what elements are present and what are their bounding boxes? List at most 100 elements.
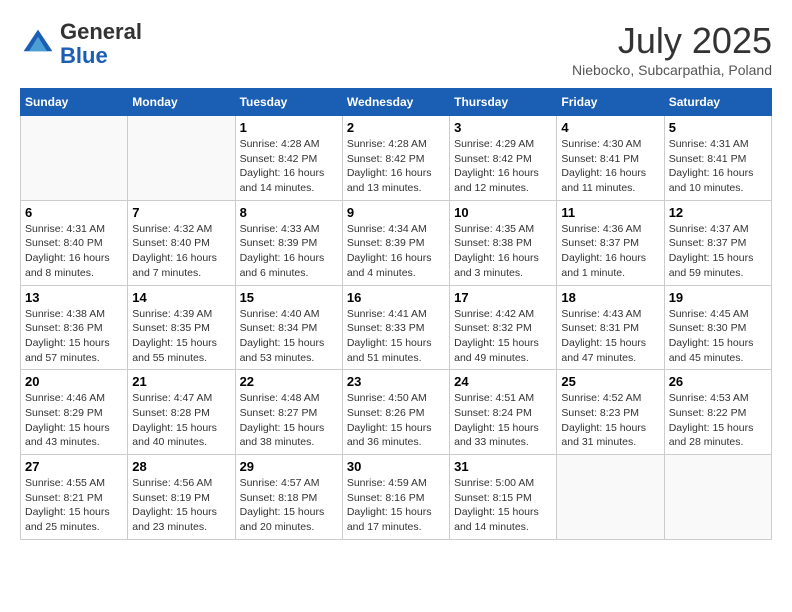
calendar-cell: 7 Sunrise: 4:32 AMSunset: 8:40 PMDaylight… [128, 200, 235, 285]
calendar-cell: 23Sunrise: 4:50 AMSunset: 8:26 PMDayligh… [342, 370, 449, 455]
day-number: 29 [240, 459, 338, 474]
day-number: 8 [240, 205, 338, 220]
day-number: 14 [132, 290, 230, 305]
calendar-cell: 14 Sunrise: 4:39 AMSunset: 8:35 PMDayligh… [128, 285, 235, 370]
logo-icon [20, 26, 56, 62]
calendar-cell: 29 Sunrise: 4:57 AMSunset: 8:18 PMDayligh… [235, 455, 342, 540]
day-number: 9 [347, 205, 445, 220]
day-info: Sunrise: 4:31 AMSunset: 8:40 PMDaylight:… [25, 222, 123, 281]
day-info: Sunrise: 4:59 AMSunset: 8:16 PMDaylight:… [347, 476, 445, 535]
logo: General Blue [20, 20, 142, 68]
calendar-cell: 20 Sunrise: 4:46 AMSunset: 8:29 PMDayligh… [21, 370, 128, 455]
calendar-cell: 22Sunrise: 4:48 AMSunset: 8:27 PMDayligh… [235, 370, 342, 455]
calendar-cell: 27Sunrise: 4:55 AMSunset: 8:21 PMDayligh… [21, 455, 128, 540]
calendar-cell: 12 Sunrise: 4:37 AMSunset: 8:37 PMDayligh… [664, 200, 771, 285]
day-info: Sunrise: 4:50 AMSunset: 8:26 PMDaylight:… [347, 391, 445, 450]
day-number: 3 [454, 120, 552, 135]
day-info: Sunrise: 4:47 AMSunset: 8:28 PMDaylight:… [132, 391, 230, 450]
calendar-cell: 2 Sunrise: 4:28 AMSunset: 8:42 PMDaylight… [342, 116, 449, 201]
day-info: Sunrise: 5:00 AMSunset: 8:15 PMDaylight:… [454, 476, 552, 535]
weekday-header: Friday [557, 89, 664, 116]
day-number: 11 [561, 205, 659, 220]
calendar-week-row: 27Sunrise: 4:55 AMSunset: 8:21 PMDayligh… [21, 455, 772, 540]
weekday-header: Wednesday [342, 89, 449, 116]
calendar-cell: 4 Sunrise: 4:30 AMSunset: 8:41 PMDaylight… [557, 116, 664, 201]
weekday-header: Sunday [21, 89, 128, 116]
calendar-cell [128, 116, 235, 201]
logo-general-text: General [60, 19, 142, 44]
calendar-week-row: 6 Sunrise: 4:31 AMSunset: 8:40 PMDaylight… [21, 200, 772, 285]
calendar-cell [664, 455, 771, 540]
day-info: Sunrise: 4:52 AMSunset: 8:23 PMDaylight:… [561, 391, 659, 450]
day-info: Sunrise: 4:38 AMSunset: 8:36 PMDaylight:… [25, 307, 123, 366]
day-number: 24 [454, 374, 552, 389]
calendar-cell: 3Sunrise: 4:29 AMSunset: 8:42 PMDaylight… [450, 116, 557, 201]
day-info: Sunrise: 4:51 AMSunset: 8:24 PMDaylight:… [454, 391, 552, 450]
day-number: 4 [561, 120, 659, 135]
day-info: Sunrise: 4:55 AMSunset: 8:21 PMDaylight:… [25, 476, 123, 535]
title-area: July 2025 Niebocko, Subcarpathia, Poland [572, 20, 772, 78]
logo-blue-text: Blue [60, 43, 108, 68]
calendar-cell [557, 455, 664, 540]
day-info: Sunrise: 4:31 AMSunset: 8:41 PMDaylight:… [669, 137, 767, 196]
day-number: 30 [347, 459, 445, 474]
day-number: 18 [561, 290, 659, 305]
day-info: Sunrise: 4:37 AMSunset: 8:37 PMDaylight:… [669, 222, 767, 281]
day-info: Sunrise: 4:53 AMSunset: 8:22 PMDaylight:… [669, 391, 767, 450]
calendar-week-row: 20 Sunrise: 4:46 AMSunset: 8:29 PMDayligh… [21, 370, 772, 455]
calendar-cell: 9Sunrise: 4:34 AMSunset: 8:39 PMDaylight… [342, 200, 449, 285]
calendar-cell: 5 Sunrise: 4:31 AMSunset: 8:41 PMDaylight… [664, 116, 771, 201]
day-info: Sunrise: 4:43 AMSunset: 8:31 PMDaylight:… [561, 307, 659, 366]
day-number: 17 [454, 290, 552, 305]
calendar-cell: 15 Sunrise: 4:40 AMSunset: 8:34 PMDayligh… [235, 285, 342, 370]
day-number: 5 [669, 120, 767, 135]
calendar-week-row: 13 Sunrise: 4:38 AMSunset: 8:36 PMDayligh… [21, 285, 772, 370]
calendar-cell: 28 Sunrise: 4:56 AMSunset: 8:19 PMDayligh… [128, 455, 235, 540]
calendar-cell: 1Sunrise: 4:28 AMSunset: 8:42 PMDaylight… [235, 116, 342, 201]
day-info: Sunrise: 4:56 AMSunset: 8:19 PMDaylight:… [132, 476, 230, 535]
calendar-cell: 31 Sunrise: 5:00 AMSunset: 8:15 PMDayligh… [450, 455, 557, 540]
day-number: 15 [240, 290, 338, 305]
day-number: 25 [561, 374, 659, 389]
day-info: Sunrise: 4:42 AMSunset: 8:32 PMDaylight:… [454, 307, 552, 366]
day-number: 2 [347, 120, 445, 135]
weekday-header: Tuesday [235, 89, 342, 116]
calendar-week-row: 1Sunrise: 4:28 AMSunset: 8:42 PMDaylight… [21, 116, 772, 201]
calendar-cell [21, 116, 128, 201]
day-info: Sunrise: 4:28 AMSunset: 8:42 PMDaylight:… [240, 137, 338, 196]
weekday-header: Saturday [664, 89, 771, 116]
month-title: July 2025 [572, 20, 772, 62]
day-number: 31 [454, 459, 552, 474]
calendar-cell: 30 Sunrise: 4:59 AMSunset: 8:16 PMDayligh… [342, 455, 449, 540]
calendar-cell: 8 Sunrise: 4:33 AMSunset: 8:39 PMDaylight… [235, 200, 342, 285]
location-text: Niebocko, Subcarpathia, Poland [572, 62, 772, 78]
day-number: 28 [132, 459, 230, 474]
day-info: Sunrise: 4:33 AMSunset: 8:39 PMDaylight:… [240, 222, 338, 281]
calendar-cell: 25 Sunrise: 4:52 AMSunset: 8:23 PMDayligh… [557, 370, 664, 455]
day-info: Sunrise: 4:48 AMSunset: 8:27 PMDaylight:… [240, 391, 338, 450]
calendar-cell: 26Sunrise: 4:53 AMSunset: 8:22 PMDayligh… [664, 370, 771, 455]
page-header: General Blue July 2025 Niebocko, Subcarp… [20, 20, 772, 78]
day-number: 10 [454, 205, 552, 220]
day-number: 20 [25, 374, 123, 389]
calendar-cell: 13 Sunrise: 4:38 AMSunset: 8:36 PMDayligh… [21, 285, 128, 370]
day-number: 7 [132, 205, 230, 220]
day-info: Sunrise: 4:30 AMSunset: 8:41 PMDaylight:… [561, 137, 659, 196]
calendar-cell: 10Sunrise: 4:35 AMSunset: 8:38 PMDayligh… [450, 200, 557, 285]
day-info: Sunrise: 4:40 AMSunset: 8:34 PMDaylight:… [240, 307, 338, 366]
day-number: 19 [669, 290, 767, 305]
day-info: Sunrise: 4:46 AMSunset: 8:29 PMDaylight:… [25, 391, 123, 450]
day-info: Sunrise: 4:28 AMSunset: 8:42 PMDaylight:… [347, 137, 445, 196]
day-info: Sunrise: 4:39 AMSunset: 8:35 PMDaylight:… [132, 307, 230, 366]
day-number: 13 [25, 290, 123, 305]
day-info: Sunrise: 4:36 AMSunset: 8:37 PMDaylight:… [561, 222, 659, 281]
day-info: Sunrise: 4:45 AMSunset: 8:30 PMDaylight:… [669, 307, 767, 366]
calendar-cell: 21Sunrise: 4:47 AMSunset: 8:28 PMDayligh… [128, 370, 235, 455]
day-number: 12 [669, 205, 767, 220]
day-info: Sunrise: 4:57 AMSunset: 8:18 PMDaylight:… [240, 476, 338, 535]
weekday-header: Monday [128, 89, 235, 116]
calendar-cell: 6 Sunrise: 4:31 AMSunset: 8:40 PMDaylight… [21, 200, 128, 285]
day-number: 6 [25, 205, 123, 220]
calendar-cell: 19 Sunrise: 4:45 AMSunset: 8:30 PMDayligh… [664, 285, 771, 370]
day-info: Sunrise: 4:32 AMSunset: 8:40 PMDaylight:… [132, 222, 230, 281]
